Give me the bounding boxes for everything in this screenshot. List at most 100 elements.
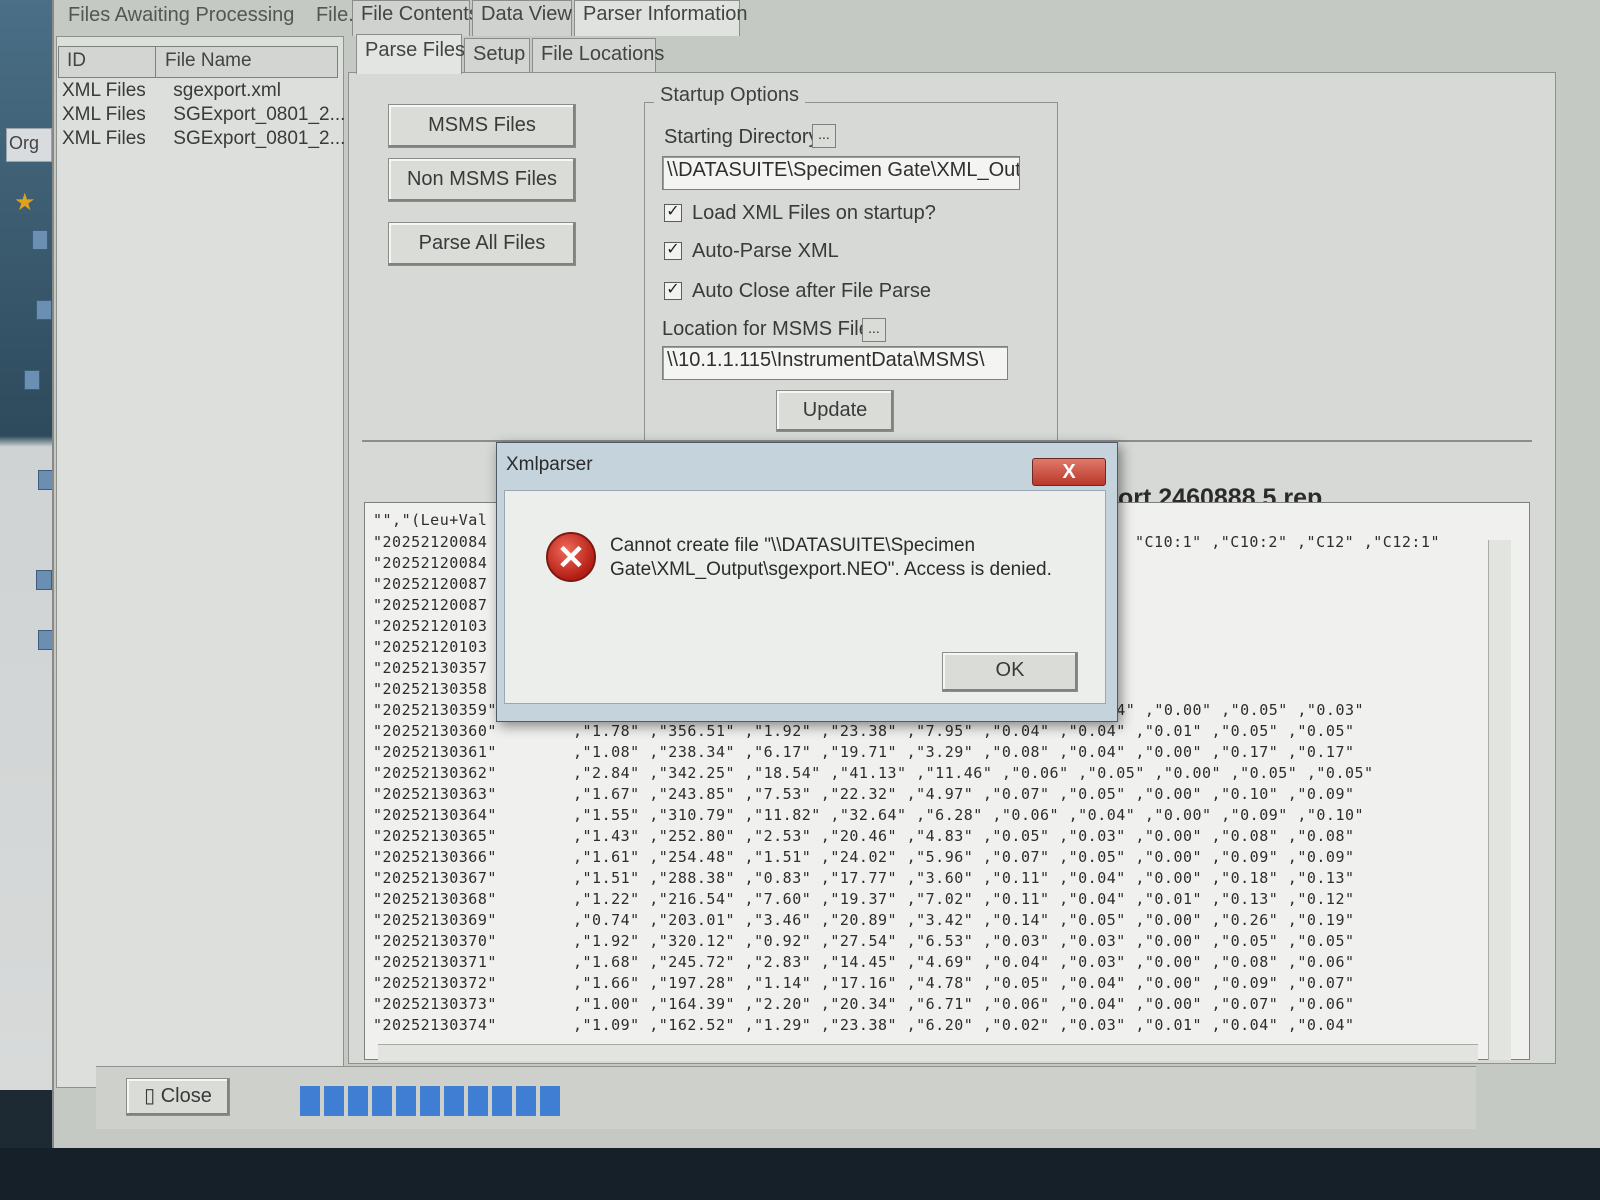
row-sample-id: "20252130369": [373, 911, 497, 929]
row-values: ,"1.51" ,"288.38" ,"0.83" ,"17.77" ,"3.6…: [573, 869, 1355, 887]
desktop-sidebar: Org ★: [0, 0, 58, 1090]
non-msms-files-button[interactable]: Non MSMS Files: [388, 158, 576, 202]
row-sample-id: "20252130368": [373, 890, 497, 908]
starting-directory-field[interactable]: \\DATASUITE\Specimen Gate\XML_Outpu: [662, 156, 1020, 190]
row-id: XML Files: [62, 104, 146, 125]
table-row[interactable]: "20252130366" ,"1.61" ,"254.48" ,"1.51" ,…: [373, 848, 1355, 866]
load-xml-label: Load XML Files on startup?: [692, 202, 936, 224]
table-row[interactable]: "20252130374" ,"1.09" ,"162.52" ,"1.29" ,…: [373, 1016, 1355, 1034]
table-row[interactable]: "20252130372" ,"1.66" ,"197.28" ,"1.14" ,…: [373, 974, 1355, 992]
row-file-name: SGExport_0801_2...: [173, 128, 346, 149]
grid-horizontal-scrollbar[interactable]: [378, 1044, 1478, 1061]
dialog-title: Xmlparser: [506, 454, 593, 475]
progress-segment: [444, 1086, 464, 1116]
row-id: XML Files: [62, 128, 146, 149]
progress-segment: [492, 1086, 512, 1116]
dialog-ok-button[interactable]: OK: [942, 652, 1078, 692]
tab-data-view[interactable]: Data View: [472, 0, 572, 36]
tab-files-awaiting[interactable]: Files Awaiting Processing: [62, 0, 304, 27]
progress-segment: [372, 1086, 392, 1116]
file-list-header: ID File Name: [58, 46, 338, 78]
table-row[interactable]: "20252130360" ,"1.78" ,"356.51" ,"1.92" ,…: [373, 722, 1355, 740]
table-row[interactable]: "20252130362" ,"2.84" ,"342.25" ,"18.54" …: [373, 764, 1374, 782]
row-sample-id: "20252130365": [373, 827, 497, 845]
progress-segment: [300, 1086, 320, 1116]
progress-segment: [468, 1086, 488, 1116]
left-tab-strip: Files Awaiting Processing File...: [62, 0, 375, 34]
table-row[interactable]: "20252130371" ,"1.68" ,"245.72" ,"2.83" ,…: [373, 953, 1355, 971]
table-row[interactable]: "20252130369" ,"0.74" ,"203.01" ,"3.46" ,…: [373, 911, 1355, 929]
tab-parser-information[interactable]: Parser Information: [574, 0, 748, 36]
row-sample-id: "20252130363": [373, 785, 497, 803]
progress-segment: [324, 1086, 344, 1116]
starting-directory-label: Starting Directory: [664, 126, 819, 148]
row-values: ,"1.68" ,"245.72" ,"2.83" ,"14.45" ,"4.6…: [573, 953, 1355, 971]
column-file-name[interactable]: File Name: [165, 50, 252, 72]
table-row[interactable]: "20252130373" ,"1.00" ,"164.39" ,"2.20" ,…: [373, 995, 1355, 1013]
auto-parse-checkbox[interactable]: ✓: [664, 242, 682, 260]
grid-vertical-scrollbar[interactable]: [1488, 540, 1511, 1060]
row-values: ,"1.61" ,"254.48" ,"1.51" ,"24.02" ,"5.9…: [573, 848, 1355, 866]
update-button[interactable]: Update: [776, 390, 894, 432]
row-sample-id: "20252130370": [373, 932, 497, 950]
tab-parse-files[interactable]: Parse Files: [356, 34, 465, 74]
row-file-name: sgexport.xml: [173, 80, 281, 101]
dialog-message: Cannot create file "\\DATASUITE\Specimen…: [610, 535, 1052, 580]
parse-all-files-button[interactable]: Parse All Files: [388, 222, 576, 266]
list-item[interactable]: XML Files sgexport.xml: [62, 80, 281, 104]
computer-icon[interactable]: [36, 570, 52, 590]
progress-segment: [396, 1086, 416, 1116]
row-values: ,"1.55" ,"310.79" ,"11.82" ,"32.64" ,"6.…: [573, 806, 1365, 824]
row-sample-id: "20252130361": [373, 743, 497, 761]
row-values: ,"1.00" ,"164.39" ,"2.20" ,"20.34" ,"6.7…: [573, 995, 1355, 1013]
progress-segment: [516, 1086, 536, 1116]
close-button[interactable]: ▯ Close: [126, 1078, 230, 1116]
list-item[interactable]: XML Files SGExport_0801_2...: [62, 128, 345, 152]
msms-files-button[interactable]: MSMS Files: [388, 104, 576, 148]
row-sample-id: "20252130371": [373, 953, 497, 971]
tab-file-locations[interactable]: File Locations: [532, 38, 664, 72]
row-values: ,"1.09" ,"162.52" ,"1.29" ,"23.38" ,"6.2…: [573, 1016, 1355, 1034]
row-id: XML Files: [62, 80, 146, 101]
exit-door-icon: ▯: [144, 1085, 161, 1107]
tab-setup[interactable]: Setup: [464, 38, 530, 72]
table-row[interactable]: "20252130370" ,"1.92" ,"320.12" ,"0.92" ,…: [373, 932, 1355, 950]
load-xml-checkbox[interactable]: ✓: [664, 204, 682, 222]
auto-close-checkbox[interactable]: ✓: [664, 282, 682, 300]
favorites-star-icon[interactable]: ★: [14, 188, 36, 217]
table-row[interactable]: "20252130367" ,"1.51" ,"288.38" ,"0.83" ,…: [373, 869, 1355, 887]
progress-segment: [540, 1086, 560, 1116]
org-button[interactable]: Org: [6, 128, 52, 162]
folder-icon[interactable]: [32, 230, 48, 250]
row-sample-id: "20252130373": [373, 995, 497, 1013]
table-row[interactable]: "20252130368" ,"1.22" ,"216.54" ,"7.60" ,…: [373, 890, 1355, 908]
column-id[interactable]: ID: [67, 50, 86, 72]
table-row[interactable]: "20252130364" ,"1.55" ,"310.79" ,"11.82" …: [373, 806, 1364, 824]
starting-directory-browse-button[interactable]: ...: [812, 124, 836, 148]
row-sample-id: "20252130374": [373, 1016, 497, 1034]
msms-location-browse-button[interactable]: ...: [862, 318, 886, 342]
row-values: ,"1.66" ,"197.28" ,"1.14" ,"17.16" ,"4.7…: [573, 974, 1355, 992]
table-row[interactable]: "20252130365" ,"1.43" ,"252.80" ,"2.53" ,…: [373, 827, 1355, 845]
table-row[interactable]: "20252130361" ,"1.08" ,"238.34" ,"6.17" ,…: [373, 743, 1355, 761]
list-item[interactable]: XML Files SGExport_0801_2...: [62, 104, 345, 128]
row-sample-id: "20252130362": [373, 764, 497, 782]
table-row[interactable]: "20252130363" ,"1.67" ,"243.85" ,"7.53" ,…: [373, 785, 1355, 803]
grid-header-prefix: "","(Leu+Val: [373, 511, 488, 529]
file-list-panel: [56, 36, 344, 1088]
row-values: ,"1.78" ,"356.51" ,"1.92" ,"23.38" ,"7.9…: [573, 722, 1355, 740]
dialog-close-icon[interactable]: X: [1032, 458, 1106, 486]
auto-parse-label: Auto-Parse XML: [692, 240, 839, 262]
row-values: ,"1.43" ,"252.80" ,"2.53" ,"20.46" ,"4.8…: [573, 827, 1355, 845]
row-sample-id: "20252130366": [373, 848, 497, 866]
row-file-name: SGExport_0801_2...: [173, 104, 346, 125]
grid-header-suffix: "C10:1" ,"C10:2" ,"C12" ,"C12:1": [1135, 533, 1440, 551]
drive-icon[interactable]: [24, 370, 40, 390]
error-icon: ✕: [546, 532, 596, 582]
row-sample-id: "20252130360": [373, 722, 497, 740]
msms-location-field[interactable]: \\10.1.1.115\InstrumentData\MSMS\: [662, 346, 1008, 380]
tab-file-contents[interactable]: File Contents: [352, 0, 479, 36]
document-icon[interactable]: [36, 300, 52, 320]
taskbar-area: [0, 1148, 1600, 1200]
auto-close-label: Auto Close after File Parse: [692, 280, 931, 302]
